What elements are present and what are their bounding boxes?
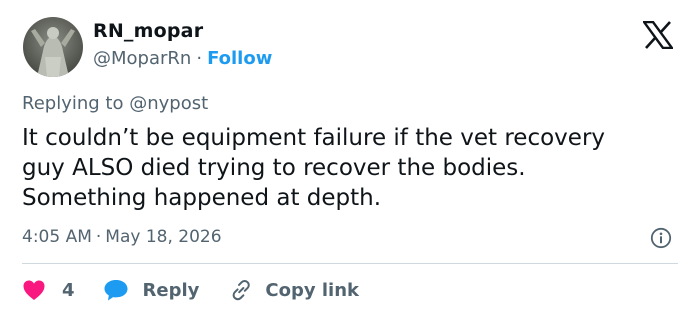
statue-photo-avatar xyxy=(23,17,83,77)
heart-icon xyxy=(23,280,45,300)
info-icon[interactable] xyxy=(650,227,672,249)
divider xyxy=(22,263,678,264)
x-logo-icon[interactable] xyxy=(641,20,675,50)
timestamp-separator: · xyxy=(95,227,102,247)
author-name[interactable]: RN_mopar xyxy=(93,20,203,42)
handle-separator: · xyxy=(196,48,203,69)
reply-mention-link[interactable]: @nypost xyxy=(129,93,208,114)
copy-link-button[interactable]: Copy link xyxy=(229,278,359,302)
follow-button[interactable]: Follow xyxy=(207,48,272,69)
tweet-timestamp[interactable]: 4:05 AM · May 18, 2026 xyxy=(22,227,222,247)
reply-button[interactable]: Reply xyxy=(103,278,200,302)
like-button[interactable]: 4 xyxy=(22,279,75,301)
reply-context: Replying to @nypost xyxy=(22,93,208,114)
like-count: 4 xyxy=(62,279,75,301)
tweet-time: 4:05 AM xyxy=(22,227,92,247)
avatar[interactable] xyxy=(23,17,83,77)
reply-label: Reply xyxy=(142,279,200,301)
reply-bubble-icon xyxy=(104,280,128,301)
reply-context-prefix: Replying to xyxy=(22,93,124,114)
tweet-text: It couldn’t be equipment failure if the … xyxy=(22,125,606,211)
author-handle[interactable]: @MoparRn xyxy=(93,48,191,69)
copy-link-label: Copy link xyxy=(265,279,359,301)
author-handle-row: @MoparRn · Follow xyxy=(93,48,272,69)
link-icon xyxy=(233,280,251,301)
action-bar: 4 Reply Copy link xyxy=(22,276,359,304)
tweet-date: May 18, 2026 xyxy=(105,227,222,247)
